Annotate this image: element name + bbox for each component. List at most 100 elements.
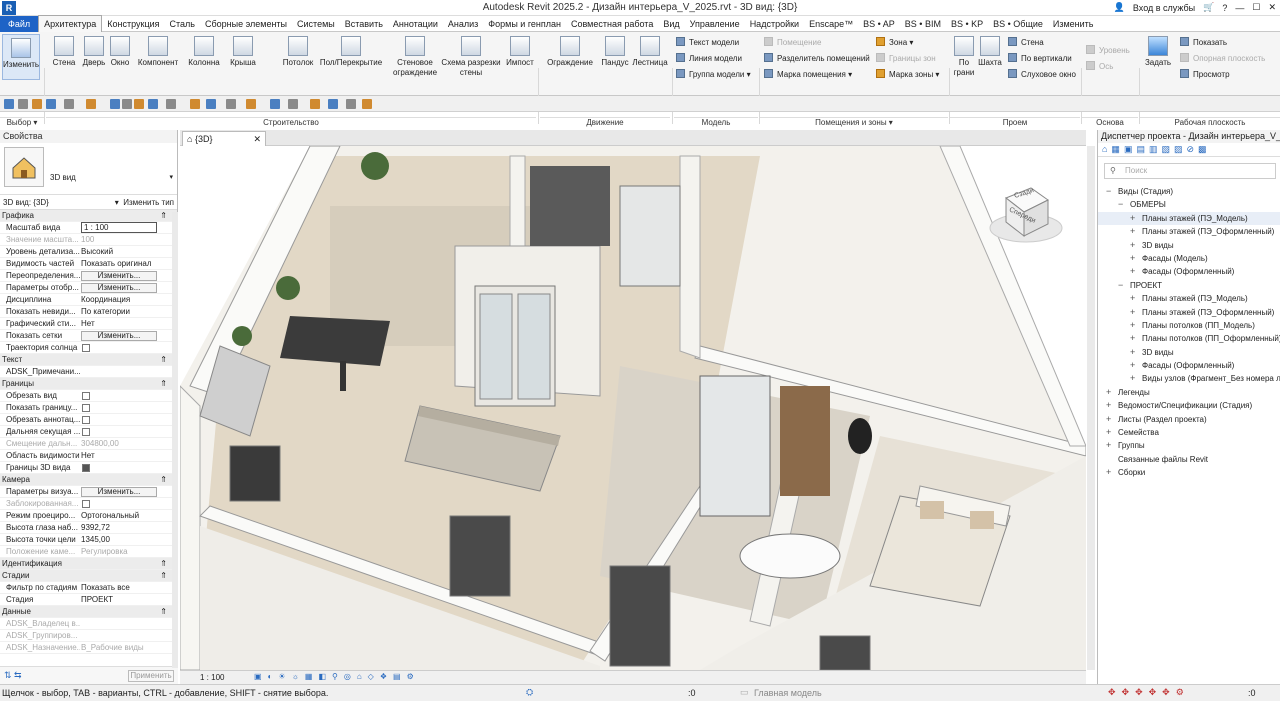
apply-button[interactable]: Применить [128, 670, 174, 682]
property-group[interactable]: Текст ⇑ [0, 354, 177, 366]
expand-icon[interactable]: + [1130, 359, 1135, 372]
qat-icon-9[interactable] [148, 99, 158, 109]
qat-icon-14[interactable] [246, 99, 256, 109]
qat-icon-12[interactable] [206, 99, 216, 109]
properties-scrollbar[interactable] [172, 212, 178, 668]
tab-18[interactable]: BS • Общие [988, 16, 1048, 32]
viewer-button[interactable]: Просмотр [1180, 69, 1230, 81]
browser-item[interactable]: + Фасады (Модель) [1098, 252, 1280, 265]
browser-item[interactable]: +3D виды [1098, 346, 1280, 359]
minimize-button[interactable]: — [1235, 3, 1244, 13]
edit-type-button[interactable]: ▾ Изменить тип [115, 198, 174, 207]
view-cube[interactable]: Сзади Спереди [986, 178, 1066, 250]
build-button-3[interactable]: Компонент [136, 36, 180, 68]
browser-item[interactable]: − Виды (Стадия) [1098, 185, 1280, 198]
property-checkbox[interactable] [82, 428, 90, 436]
expand-icon[interactable]: + [1106, 466, 1111, 479]
browser-item[interactable]: + Планы этажей (ПЭ_Оформленный) [1098, 306, 1280, 319]
expand-icon[interactable]: + [1106, 413, 1111, 426]
qat-icon-19[interactable] [346, 99, 356, 109]
expand-icon[interactable]: + [1130, 306, 1135, 319]
signin-link[interactable]: Вход в службы [1133, 3, 1195, 13]
level-button[interactable]: Уровень [1086, 45, 1130, 57]
build-button-5[interactable]: Крыша [226, 36, 260, 68]
tab-9[interactable]: Формы и генплан [483, 16, 566, 32]
design-options-icon[interactable]: ▭ [740, 687, 749, 698]
qat-icon-15[interactable] [270, 99, 280, 109]
property-checkbox[interactable] [82, 416, 90, 424]
tab-13[interactable]: Надстройки [745, 16, 804, 32]
tab-12[interactable]: Управление [685, 16, 745, 32]
qat-icon-17[interactable] [310, 99, 320, 109]
qat-icon-18[interactable] [328, 99, 338, 109]
property-group[interactable]: Стадии ⇑ [0, 570, 177, 582]
tab-4[interactable]: Сборные элементы [200, 16, 292, 32]
browser-item[interactable]: − ПРОЕКТ [1098, 279, 1280, 292]
browser-item[interactable]: − ОБМЕРЫ [1098, 198, 1280, 211]
tab-3d-view[interactable]: ⌂ {3D} ✕ [182, 131, 266, 146]
help-icon[interactable]: ? [1222, 3, 1227, 13]
tab-16[interactable]: BS • BIM [900, 16, 946, 32]
property-checkbox[interactable] [82, 404, 90, 412]
expand-icon[interactable]: + [1130, 265, 1135, 278]
property-checkbox[interactable] [82, 344, 90, 352]
browser-item[interactable]: + Листы (Раздел проекта) [1098, 413, 1280, 426]
browser-item[interactable]: + Сборки [1098, 466, 1280, 479]
tab-6[interactable]: Вставить [340, 16, 388, 32]
expand-icon[interactable]: − [1118, 198, 1123, 211]
grid-button[interactable]: Ось [1086, 61, 1113, 73]
tab-11[interactable]: Вид [658, 16, 684, 32]
tab-19[interactable]: Изменить [1048, 16, 1099, 32]
by-face-button[interactable]: По грани [952, 36, 976, 78]
cart-icon[interactable]: 🛒 [1203, 2, 1214, 13]
expand-icon[interactable]: + [1130, 239, 1135, 252]
build-button-1[interactable]: Дверь [82, 36, 106, 68]
view-control-icons[interactable]: ▣◐☀☼▦◧⚲◎⌂◇❖▤⚙ [254, 672, 420, 681]
qat-icon-16[interactable] [288, 99, 298, 109]
workset-icon[interactable]: ⛭ [526, 687, 533, 698]
build-button-0[interactable]: Стена [50, 36, 78, 68]
show-workplane-button[interactable]: Показать [1180, 37, 1227, 49]
type-selector-preview[interactable]: 3D вид ▾ [0, 143, 177, 195]
qat-icon-1[interactable] [18, 99, 28, 109]
browser-item[interactable]: +Виды узлов (Фрагмент_Без номера листа) [1098, 372, 1280, 385]
modify-button[interactable]: Изменить [2, 34, 40, 80]
tab-10[interactable]: Совместная работа [566, 16, 658, 32]
area-button[interactable]: Зона ▾ [876, 37, 913, 49]
shaft-button[interactable]: Шахта [978, 36, 1002, 68]
type-dropdown-icon[interactable]: ▾ [169, 173, 173, 181]
tab-17[interactable]: BS • KP [946, 16, 988, 32]
tab-0[interactable]: Файл [0, 15, 39, 32]
browser-item[interactable]: + Планы этажей (ПЭ_Оформленный) [1098, 225, 1280, 238]
qat-icon-3[interactable] [46, 99, 56, 109]
dormer-button[interactable]: Слуховое окно [1008, 69, 1076, 81]
browser-item[interactable]: + Легенды [1098, 386, 1280, 399]
tab-8[interactable]: Анализ [443, 16, 483, 32]
property-checkbox[interactable] [82, 500, 90, 508]
property-group[interactable]: Камера ⇑ [0, 474, 177, 486]
build-button-7[interactable]: Пол/Перекрытие [316, 36, 386, 68]
build-button-6[interactable]: Потолок [280, 36, 316, 68]
move-button-0[interactable]: Ограждение [544, 36, 596, 68]
edit-button[interactable]: Изменить... [81, 271, 157, 281]
area-boundary-button[interactable]: Границы зон [876, 53, 936, 65]
browser-item[interactable]: + Фасады (Оформленный) [1098, 359, 1280, 372]
scale-input[interactable]: 1 : 100 [81, 222, 157, 233]
model-text-button[interactable]: Текст модели [676, 37, 739, 49]
user-icon[interactable]: 👤 [1114, 2, 1125, 13]
select-panel-label[interactable]: Выбор ▾ [0, 117, 44, 128]
tab-2[interactable]: Конструкция [102, 16, 164, 32]
qat-icon-20[interactable] [362, 99, 372, 109]
edit-button[interactable]: Изменить... [81, 487, 157, 497]
browser-item[interactable]: Связанные файлы Revit [1098, 453, 1280, 466]
qat-icon-8[interactable] [134, 99, 144, 109]
view-scale[interactable]: 1 : 100 [200, 673, 224, 682]
qat-icon-0[interactable] [4, 99, 14, 109]
expand-icon[interactable]: + [1130, 346, 1135, 359]
model-line-button[interactable]: Линия модели [676, 53, 742, 65]
tab-14[interactable]: Enscape™ [804, 16, 858, 32]
build-button-10[interactable]: Импост [505, 36, 535, 68]
browser-item[interactable]: + Фасады (Оформленный) [1098, 265, 1280, 278]
browser-item[interactable]: + Планы потолков (ПП_Модель) [1098, 319, 1280, 332]
expand-icon[interactable]: + [1106, 386, 1111, 399]
